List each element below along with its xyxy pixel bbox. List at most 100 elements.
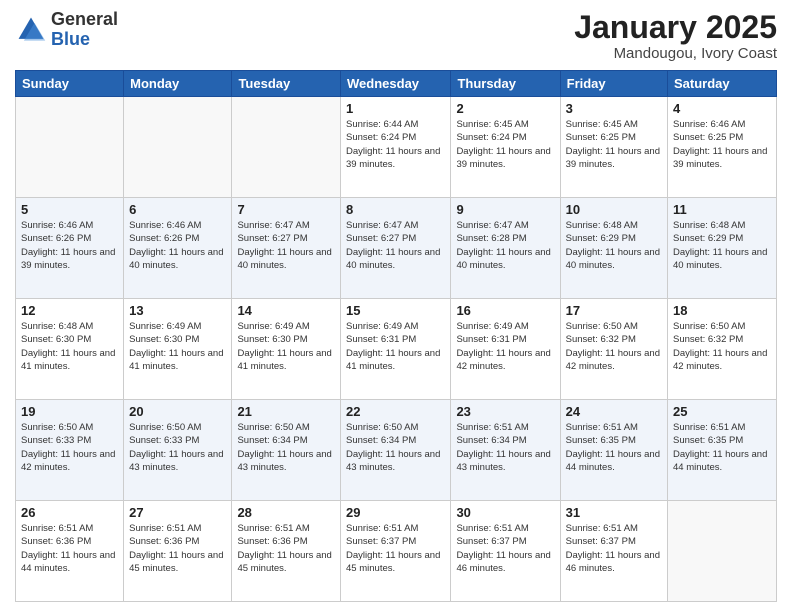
day-number: 9 <box>456 202 554 217</box>
day-cell: 12 Sunrise: 6:48 AMSunset: 6:30 PMDayligh… <box>16 299 124 400</box>
day-number: 30 <box>456 505 554 520</box>
day-info: Sunrise: 6:48 AMSunset: 6:30 PMDaylight:… <box>21 320 118 373</box>
day-number: 23 <box>456 404 554 419</box>
day-cell: 24Sunrise: 6:51 AMSunset: 6:35 PMDayligh… <box>560 400 667 501</box>
day-cell: 4 Sunrise: 6:46 AMSunset: 6:25 PMDaylight… <box>668 97 777 198</box>
day-cell <box>232 97 341 198</box>
day-cell: 23 Sunrise: 6:51 AMSunset: 6:34 PMDayligh… <box>451 400 560 501</box>
day-info: Sunrise: 6:51 AMSunset: 6:36 PMDaylight:… <box>237 522 335 575</box>
day-info: Sunrise: 6:51 AMSunset: 6:35 PMDaylight:… <box>673 421 771 474</box>
day-info: Sunrise: 6:47 AMSunset: 6:27 PMDaylight:… <box>237 219 335 272</box>
logo: General Blue <box>15 10 118 50</box>
day-cell: 21Sunrise: 6:50 AMSunset: 6:34 PMDayligh… <box>232 400 341 501</box>
day-cell <box>124 97 232 198</box>
day-info: Sunrise: 6:51 AMSunset: 6:37 PMDaylight:… <box>346 522 445 575</box>
day-cell: 17 Sunrise: 6:50 AMSunset: 6:32 PMDayligh… <box>560 299 667 400</box>
day-number: 19 <box>21 404 118 419</box>
day-info: Sunrise: 6:45 AMSunset: 6:25 PMDaylight:… <box>566 118 662 171</box>
week-row-1: 1 Sunrise: 6:44 AMSunset: 6:24 PMDaylight… <box>16 97 777 198</box>
week-row-3: 12 Sunrise: 6:48 AMSunset: 6:30 PMDayligh… <box>16 299 777 400</box>
day-number: 5 <box>21 202 118 217</box>
week-row-4: 19 Sunrise: 6:50 AMSunset: 6:33 PMDayligh… <box>16 400 777 501</box>
day-number: 25 <box>673 404 771 419</box>
location-subtitle: Mandougou, Ivory Coast <box>574 45 777 62</box>
day-number: 27 <box>129 505 226 520</box>
day-cell: 27 Sunrise: 6:51 AMSunset: 6:36 PMDayligh… <box>124 501 232 602</box>
day-number: 12 <box>21 303 118 318</box>
day-info: Sunrise: 6:46 AMSunset: 6:26 PMDaylight:… <box>129 219 226 272</box>
day-number: 4 <box>673 101 771 116</box>
day-number: 6 <box>129 202 226 217</box>
day-cell <box>668 501 777 602</box>
day-cell: 22 Sunrise: 6:50 AMSunset: 6:34 PMDayligh… <box>341 400 451 501</box>
day-info: Sunrise: 6:51 AMSunset: 6:35 PMDaylight:… <box>566 421 662 474</box>
day-number: 1 <box>346 101 445 116</box>
day-number: 20 <box>129 404 226 419</box>
day-cell: 13 Sunrise: 6:49 AMSunset: 6:30 PMDayligh… <box>124 299 232 400</box>
day-info: Sunrise: 6:51 AMSunset: 6:34 PMDaylight:… <box>456 421 554 474</box>
weekday-friday: Friday <box>560 71 667 97</box>
day-cell: 19 Sunrise: 6:50 AMSunset: 6:33 PMDayligh… <box>16 400 124 501</box>
month-title: January 2025 <box>574 10 777 45</box>
day-cell: 29 Sunrise: 6:51 AMSunset: 6:37 PMDayligh… <box>341 501 451 602</box>
day-info: Sunrise: 6:51 AMSunset: 6:37 PMDaylight:… <box>456 522 554 575</box>
day-cell: 20 Sunrise: 6:50 AMSunset: 6:33 PMDayligh… <box>124 400 232 501</box>
weekday-saturday: Saturday <box>668 71 777 97</box>
calendar: SundayMondayTuesdayWednesdayThursdayFrid… <box>15 70 777 602</box>
day-cell: 3 Sunrise: 6:45 AMSunset: 6:25 PMDaylight… <box>560 97 667 198</box>
logo-text: General Blue <box>51 10 118 50</box>
day-number: 2 <box>456 101 554 116</box>
day-info: Sunrise: 6:48 AMSunset: 6:29 PMDaylight:… <box>673 219 771 272</box>
day-info: Sunrise: 6:50 AMSunset: 6:32 PMDaylight:… <box>673 320 771 373</box>
day-number: 28 <box>237 505 335 520</box>
logo-icon <box>15 14 47 46</box>
day-cell: 26Sunrise: 6:51 AMSunset: 6:36 PMDayligh… <box>16 501 124 602</box>
weekday-tuesday: Tuesday <box>232 71 341 97</box>
day-number: 16 <box>456 303 554 318</box>
day-info: Sunrise: 6:47 AMSunset: 6:27 PMDaylight:… <box>346 219 445 272</box>
day-cell: 2Sunrise: 6:45 AMSunset: 6:24 PMDaylight… <box>451 97 560 198</box>
day-cell: 25 Sunrise: 6:51 AMSunset: 6:35 PMDayligh… <box>668 400 777 501</box>
page: General Blue January 2025 Mandougou, Ivo… <box>0 0 792 612</box>
day-number: 21 <box>237 404 335 419</box>
day-info: Sunrise: 6:50 AMSunset: 6:33 PMDaylight:… <box>129 421 226 474</box>
day-info: Sunrise: 6:46 AMSunset: 6:25 PMDaylight:… <box>673 118 771 171</box>
day-number: 29 <box>346 505 445 520</box>
day-cell: 7Sunrise: 6:47 AMSunset: 6:27 PMDaylight… <box>232 198 341 299</box>
day-info: Sunrise: 6:50 AMSunset: 6:33 PMDaylight:… <box>21 421 118 474</box>
week-row-5: 26Sunrise: 6:51 AMSunset: 6:36 PMDayligh… <box>16 501 777 602</box>
day-cell: 5 Sunrise: 6:46 AMSunset: 6:26 PMDaylight… <box>16 198 124 299</box>
day-cell <box>16 97 124 198</box>
weekday-sunday: Sunday <box>16 71 124 97</box>
weekday-wednesday: Wednesday <box>341 71 451 97</box>
day-cell: 11 Sunrise: 6:48 AMSunset: 6:29 PMDayligh… <box>668 198 777 299</box>
day-number: 15 <box>346 303 445 318</box>
day-number: 3 <box>566 101 662 116</box>
day-info: Sunrise: 6:46 AMSunset: 6:26 PMDaylight:… <box>21 219 118 272</box>
day-info: Sunrise: 6:49 AMSunset: 6:30 PMDaylight:… <box>129 320 226 373</box>
day-number: 13 <box>129 303 226 318</box>
day-info: Sunrise: 6:50 AMSunset: 6:34 PMDaylight:… <box>346 421 445 474</box>
day-number: 22 <box>346 404 445 419</box>
weekday-thursday: Thursday <box>451 71 560 97</box>
day-info: Sunrise: 6:49 AMSunset: 6:31 PMDaylight:… <box>456 320 554 373</box>
day-cell: 6 Sunrise: 6:46 AMSunset: 6:26 PMDaylight… <box>124 198 232 299</box>
day-info: Sunrise: 6:49 AMSunset: 6:30 PMDaylight:… <box>237 320 335 373</box>
day-number: 17 <box>566 303 662 318</box>
day-info: Sunrise: 6:44 AMSunset: 6:24 PMDaylight:… <box>346 118 445 171</box>
day-info: Sunrise: 6:48 AMSunset: 6:29 PMDaylight:… <box>566 219 662 272</box>
day-info: Sunrise: 6:50 AMSunset: 6:32 PMDaylight:… <box>566 320 662 373</box>
weekday-header-row: SundayMondayTuesdayWednesdayThursdayFrid… <box>16 71 777 97</box>
day-cell: 16 Sunrise: 6:49 AMSunset: 6:31 PMDayligh… <box>451 299 560 400</box>
day-info: Sunrise: 6:47 AMSunset: 6:28 PMDaylight:… <box>456 219 554 272</box>
day-cell: 8Sunrise: 6:47 AMSunset: 6:27 PMDaylight… <box>341 198 451 299</box>
day-cell: 14 Sunrise: 6:49 AMSunset: 6:30 PMDayligh… <box>232 299 341 400</box>
day-number: 18 <box>673 303 771 318</box>
day-number: 14 <box>237 303 335 318</box>
day-cell: 15Sunrise: 6:49 AMSunset: 6:31 PMDayligh… <box>341 299 451 400</box>
day-cell: 31Sunrise: 6:51 AMSunset: 6:37 PMDayligh… <box>560 501 667 602</box>
day-number: 11 <box>673 202 771 217</box>
day-info: Sunrise: 6:51 AMSunset: 6:36 PMDaylight:… <box>21 522 118 575</box>
day-info: Sunrise: 6:51 AMSunset: 6:36 PMDaylight:… <box>129 522 226 575</box>
day-cell: 18 Sunrise: 6:50 AMSunset: 6:32 PMDayligh… <box>668 299 777 400</box>
